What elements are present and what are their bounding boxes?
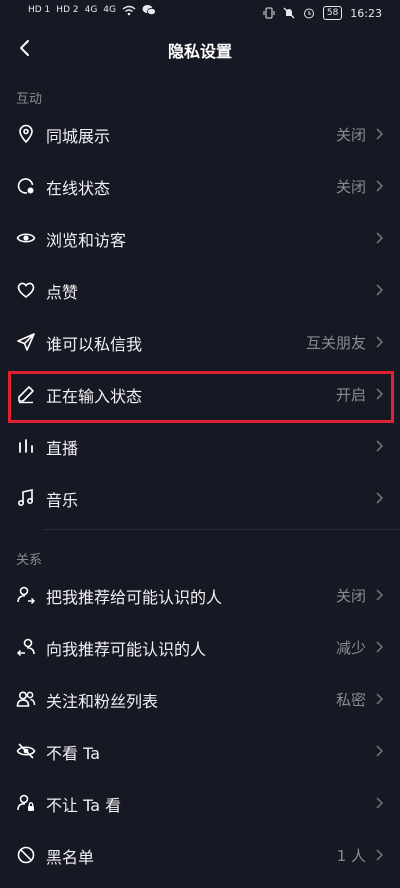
setting-value: 关闭 bbox=[335, 587, 366, 605]
chevron-right-icon bbox=[374, 439, 384, 453]
user-share-icon bbox=[16, 585, 36, 605]
chevron-right-icon bbox=[374, 179, 384, 193]
chevron-right-icon bbox=[374, 491, 384, 505]
user-lock-icon bbox=[16, 793, 36, 813]
status-time: 16:23 bbox=[350, 6, 382, 20]
setting-value: 关闭 bbox=[335, 178, 366, 196]
chevron-right-icon bbox=[374, 231, 384, 245]
chevron-right-icon bbox=[374, 692, 384, 706]
setting-row-browse-visitors[interactable]: 浏览和访客 bbox=[0, 213, 400, 265]
setting-value: 减少 bbox=[335, 639, 366, 657]
setting-row-block-viewing[interactable]: 不让 Ta 看 bbox=[0, 778, 400, 830]
setting-row-likes[interactable]: 点赞 bbox=[0, 265, 400, 317]
setting-label: 不看 Ta bbox=[46, 744, 101, 763]
chevron-right-icon bbox=[374, 283, 384, 297]
chevron-right-icon bbox=[374, 796, 384, 810]
alarm-icon bbox=[303, 7, 315, 19]
setting-row-direct-message[interactable]: 谁可以私信我 互关朋友 bbox=[0, 317, 400, 369]
block-icon bbox=[16, 845, 36, 865]
setting-row-dont-see[interactable]: 不看 Ta bbox=[0, 726, 400, 778]
chevron-right-icon bbox=[374, 848, 384, 862]
status-right: 58 16:23 bbox=[263, 6, 382, 20]
setting-label: 在线状态 bbox=[46, 179, 111, 198]
chevron-right-icon bbox=[374, 588, 384, 602]
setting-label: 不让 Ta 看 bbox=[46, 796, 122, 815]
users-icon bbox=[16, 689, 36, 709]
hd-1-label: HD 1 bbox=[28, 5, 51, 15]
highlight-box bbox=[8, 371, 394, 423]
chevron-right-icon bbox=[374, 127, 384, 141]
wechat-icon bbox=[142, 4, 156, 16]
setting-value: 互关朋友 bbox=[305, 334, 366, 352]
chevron-right-icon bbox=[374, 335, 384, 349]
setting-row-live[interactable]: 直播 bbox=[0, 421, 400, 473]
setting-row-blacklist[interactable]: 黑名单 1 人 bbox=[0, 830, 400, 882]
setting-label: 黑名单 bbox=[46, 848, 95, 867]
signal-2-label: 4G bbox=[103, 5, 116, 15]
chevron-right-icon bbox=[374, 744, 384, 758]
setting-label: 音乐 bbox=[46, 491, 79, 510]
setting-row-recommend-me[interactable]: 把我推荐给可能认识的人 关闭 bbox=[0, 570, 400, 622]
setting-row-music[interactable]: 音乐 bbox=[0, 473, 400, 525]
bars-icon bbox=[16, 436, 36, 456]
section-title-interaction: 互动 bbox=[16, 92, 43, 107]
setting-label: 谁可以私信我 bbox=[46, 335, 143, 354]
heart-icon bbox=[16, 280, 36, 300]
hd-2-label: HD 2 bbox=[56, 5, 79, 15]
setting-value: 关闭 bbox=[335, 126, 366, 144]
chevron-right-icon bbox=[374, 640, 384, 654]
setting-value: 私密 bbox=[335, 691, 366, 709]
send-icon bbox=[16, 332, 36, 352]
setting-label: 把我推荐给可能认识的人 bbox=[46, 588, 223, 607]
signal-1-label: 4G bbox=[84, 5, 98, 15]
music-note-icon bbox=[16, 488, 36, 508]
setting-label: 关注和粉丝列表 bbox=[46, 692, 159, 711]
vibrate-icon bbox=[263, 7, 275, 19]
eye-off-icon bbox=[16, 741, 36, 761]
setting-label: 同城展示 bbox=[46, 127, 111, 146]
location-pin-icon bbox=[16, 124, 36, 144]
setting-label: 向我推荐可能认识的人 bbox=[46, 640, 207, 659]
user-recommend-icon bbox=[16, 637, 36, 657]
setting-label: 浏览和访客 bbox=[46, 231, 127, 250]
status-left: HD 1 HD 2 4G 4G bbox=[28, 4, 156, 16]
setting-label: 直播 bbox=[46, 439, 79, 458]
section-divider bbox=[44, 529, 400, 530]
setting-row-online-status[interactable]: 在线状态 关闭 bbox=[0, 161, 400, 213]
status-bar: HD 1 HD 2 4G 4G 58 16:23 bbox=[0, 0, 400, 28]
online-status-icon bbox=[16, 176, 36, 196]
eye-icon bbox=[16, 228, 36, 248]
setting-row-follow-fans-list[interactable]: 关注和粉丝列表 私密 bbox=[0, 674, 400, 726]
section-title-relations: 关系 bbox=[16, 553, 43, 568]
nav-bar: 隐私设置 bbox=[0, 28, 400, 70]
wifi-icon bbox=[122, 5, 136, 16]
setting-label: 点赞 bbox=[46, 283, 79, 302]
page-title: 隐私设置 bbox=[167, 42, 232, 61]
setting-row-nearby[interactable]: 同城展示 关闭 bbox=[0, 109, 400, 161]
setting-value: 1 人 bbox=[336, 847, 366, 865]
battery-level: 58 bbox=[322, 6, 343, 20]
mute-bell-icon bbox=[283, 7, 295, 19]
setting-row-recommend-to-me[interactable]: 向我推荐可能认识的人 减少 bbox=[0, 622, 400, 674]
